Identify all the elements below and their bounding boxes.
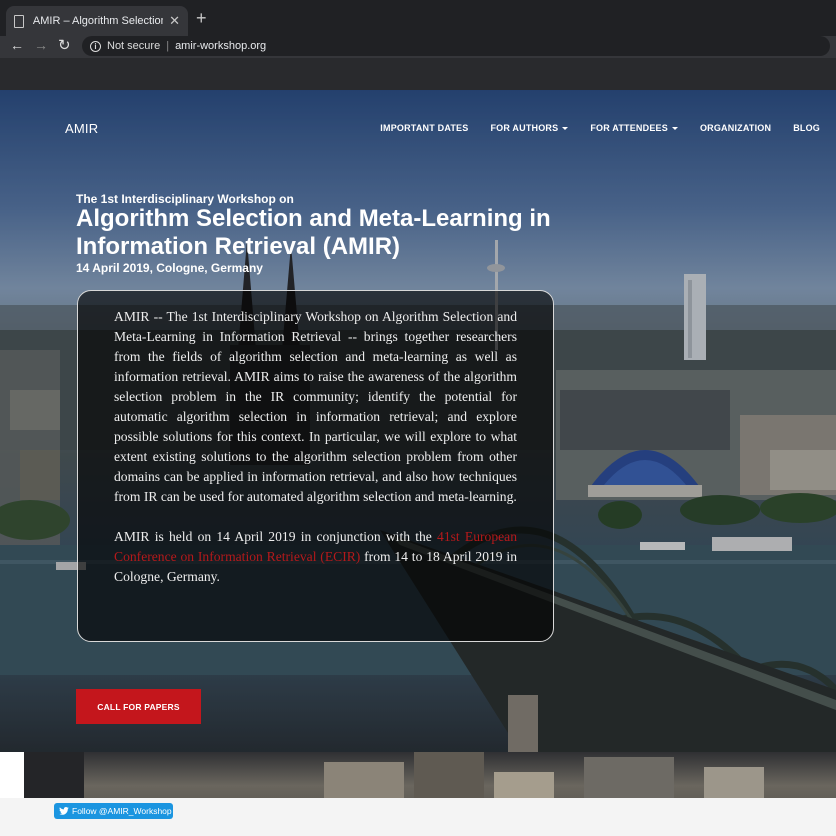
nav-label: FOR AUTHORS [490, 123, 559, 133]
caret-down-icon [562, 127, 569, 131]
close-icon[interactable]: ✕ [169, 13, 180, 29]
nav-label: BLOG [793, 123, 820, 133]
browser-toolbar: ← → ↻ i Not secure | amir-workshop.org [0, 36, 836, 58]
separator: | [166, 40, 170, 52]
page-icon [14, 14, 24, 28]
nav-blog[interactable]: BLOG [793, 123, 820, 133]
nav-organization[interactable]: ORGANIZATION [700, 123, 771, 133]
hero-title: Algorithm Selection and Meta-Learning in… [76, 205, 551, 260]
forward-icon[interactable]: → [34, 37, 48, 53]
follow-label: Follow @AMIR_Workshop [72, 806, 172, 816]
nav-for-authors[interactable]: FOR AUTHORS [490, 123, 569, 133]
twitter-follow-button[interactable]: Follow @AMIR_Workshop [54, 803, 173, 819]
twitter-bird-icon [59, 807, 69, 815]
hero-section: AMIR IMPORTANT DATES FOR AUTHORS FOR ATT… [0, 90, 836, 752]
nav-label: FOR ATTENDEES [590, 123, 668, 133]
paragraph-text: AMIR is held on 14 April 2019 in conjunc… [114, 529, 438, 544]
nav-label: ORGANIZATION [699, 123, 772, 133]
web-page: AMIR IMPORTANT DATES FOR AUTHORS FOR ATT… [0, 90, 836, 836]
security-label: Not secure [107, 40, 161, 52]
new-tab-icon[interactable]: + [196, 8, 207, 29]
tab-title: AMIR – Algorithm Selection and M [32, 15, 164, 27]
call-for-papers-button[interactable]: CALL FOR PAPERS [76, 689, 201, 724]
back-icon[interactable]: ← [10, 37, 24, 53]
nav-important-dates[interactable]: IMPORTANT DATES [380, 123, 468, 133]
url-text[interactable]: amir-workshop.org [175, 40, 266, 52]
caret-down-icon [671, 127, 678, 131]
browser-bookmark-area [0, 58, 836, 90]
reload-icon[interactable]: ↻ [58, 36, 71, 54]
intro-box: AMIR -- The 1st Interdisciplinary Worksh… [77, 290, 554, 642]
nav-label: IMPORTANT DATES [380, 123, 469, 133]
hero-date: 14 April 2019, Cologne, Germany [76, 261, 263, 275]
info-icon[interactable]: i [90, 40, 101, 52]
hero-subtitle: The 1st Interdisciplinary Workshop on [76, 192, 294, 206]
intro-paragraph: AMIR -- The 1st Interdisciplinary Worksh… [114, 309, 517, 504]
main-nav: IMPORTANT DATES FOR AUTHORS FOR ATTENDEE… [380, 123, 820, 133]
browser-tab[interactable]: AMIR – Algorithm Selection and M ✕ [6, 6, 188, 36]
address-bar[interactable]: i Not secure | amir-workshop.org [82, 36, 830, 56]
site-brand-link[interactable]: AMIR [65, 121, 98, 136]
browser-tabstrip: AMIR – Algorithm Selection and M ✕ + [0, 0, 836, 36]
nav-for-attendees[interactable]: FOR ATTENDEES [590, 123, 678, 133]
conjunction-paragraph: AMIR is held on 14 April 2019 in conjunc… [114, 527, 517, 587]
